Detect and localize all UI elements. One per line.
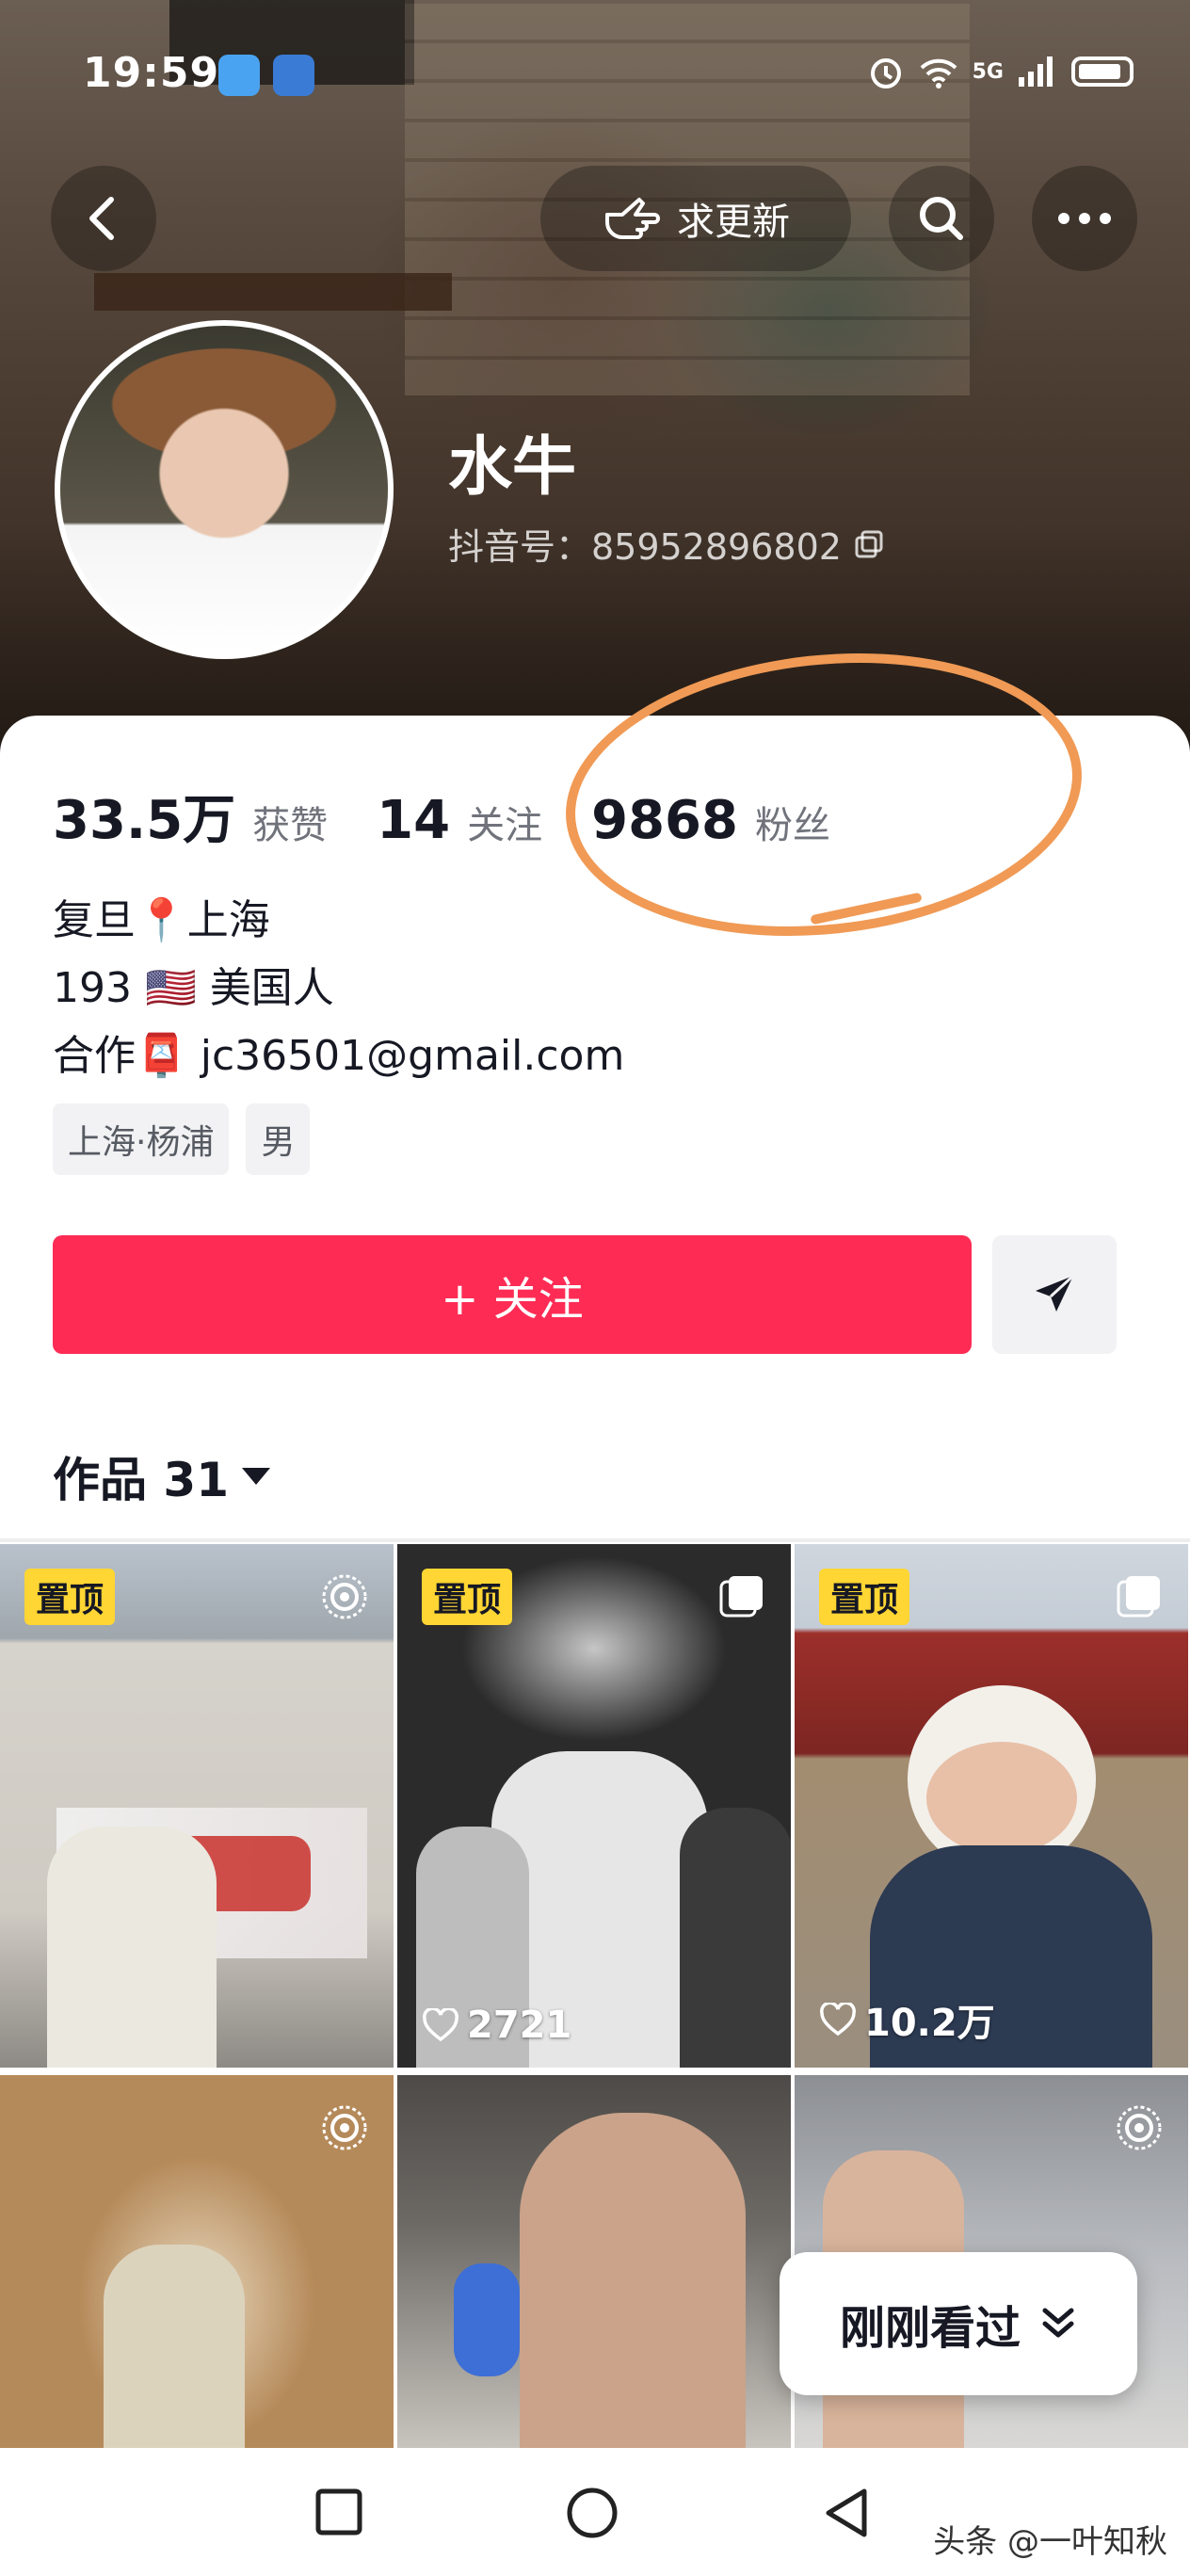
douyin-id-text: 抖音号：85952896802 [448,526,842,568]
following-count: 14 [377,790,451,851]
following-label: 关注 [467,804,543,847]
back-triangle-icon[interactable] [821,2486,870,2540]
person-closeup [520,2113,746,2452]
heart-icon [423,2008,458,2042]
battery-icon [1071,56,1134,87]
follow-button[interactable]: + 关注 [53,1235,972,1354]
person-mirror-selfie [104,2245,245,2452]
request-update-label: 求更新 [677,201,790,244]
recently-viewed-label: 刚刚看过 [839,2302,1021,2355]
double-chevron-down-icon [1042,2308,1074,2338]
request-update-button[interactable]: 求更新 [540,166,851,271]
person-in-coat [47,1827,217,2068]
face [926,1742,1077,1855]
pinned-badge: 置顶 [24,1569,116,1625]
back-button[interactable] [51,166,156,271]
live-photo-icon [322,2105,367,2150]
avatar[interactable] [55,320,394,659]
video-thumbnail[interactable] [397,2075,791,2452]
send-icon [1036,1274,1075,1312]
pinned-badge: 置顶 [819,1569,910,1625]
video-thumbnail[interactable]: 置顶 2721 [397,1544,791,2068]
heart-icon [820,2003,856,2037]
pointing-hand-icon [605,198,660,239]
likes-count: 10.2万 [864,2002,995,2045]
live-photo-icon [1117,2105,1162,2150]
works-label: 作品 31 [53,1453,229,1507]
search-icon [920,197,963,240]
recently-viewed-button[interactable]: 刚刚看过 [780,2252,1137,2395]
copy-icon[interactable] [853,528,885,560]
search-button[interactable] [889,166,994,271]
works-divider [0,1538,1190,1542]
multi-image-icon [719,1576,763,1618]
works-tab[interactable]: 作品 31 [53,1442,272,1510]
message-button[interactable] [992,1235,1117,1354]
bio-line: 复旦📍上海 [53,896,270,944]
profile-tags: 上海·杨浦 男 [53,1103,311,1175]
likes-label: 获赞 [252,804,329,847]
video-likes: 2721 [422,2004,571,2047]
video-thumbnail[interactable]: 置顶 [0,1544,394,2068]
video-thumbnail[interactable]: 置顶 10.2万 [795,1544,1188,2068]
following-stat[interactable]: 14 关注 [377,790,542,851]
follow-label: + 关注 [441,1273,584,1326]
profile-name: 水牛 [448,430,577,505]
location-tag: 上海·杨浦 [53,1103,230,1175]
alarm-icon [870,58,901,89]
status-right: 5G [867,53,1134,90]
chevron-left-icon [89,197,114,240]
watermark: 头条 @一叶知秋 [933,2523,1167,2561]
home-icon[interactable] [565,2486,619,2540]
recent-apps-icon[interactable] [314,2487,363,2536]
profile-bio: 复旦📍上海 193 🇺🇸 美国人 合作📮 jc36501@gmail.com [53,887,624,1090]
signal-icon [1019,56,1053,87]
mascot-figure [454,2263,520,2376]
pinned-badge: 置顶 [422,1569,513,1625]
caret-down-icon [242,1468,270,1485]
cover-beam [94,273,452,311]
bio-line: 合作📮 jc36501@gmail.com [53,1032,625,1080]
wifi-icon [920,58,957,89]
likes-count: 2721 [467,2004,572,2047]
likes-count: 33.5万 [53,790,236,851]
network-type: 5G [972,59,1004,84]
douyin-id: 抖音号：85952896802 [448,518,885,570]
weather-icon [218,55,260,96]
live-photo-icon [322,1574,367,1619]
more-dots-icon [1058,213,1111,224]
multi-image-icon [1117,1576,1160,1618]
person-right [680,1808,791,2068]
bio-line: 193 🇺🇸 美国人 [53,964,334,1012]
more-button[interactable] [1032,166,1137,271]
likes-stat[interactable]: 33.5万 获赞 [53,778,328,854]
status-time: 19:59 [83,49,220,97]
status-bar: 19:59 5G [0,0,1190,151]
app-notification-icon [273,55,314,96]
video-likes: 10.2万 [819,1992,995,2047]
gender-tag: 男 [246,1103,311,1175]
video-thumbnail[interactable] [0,2075,394,2452]
